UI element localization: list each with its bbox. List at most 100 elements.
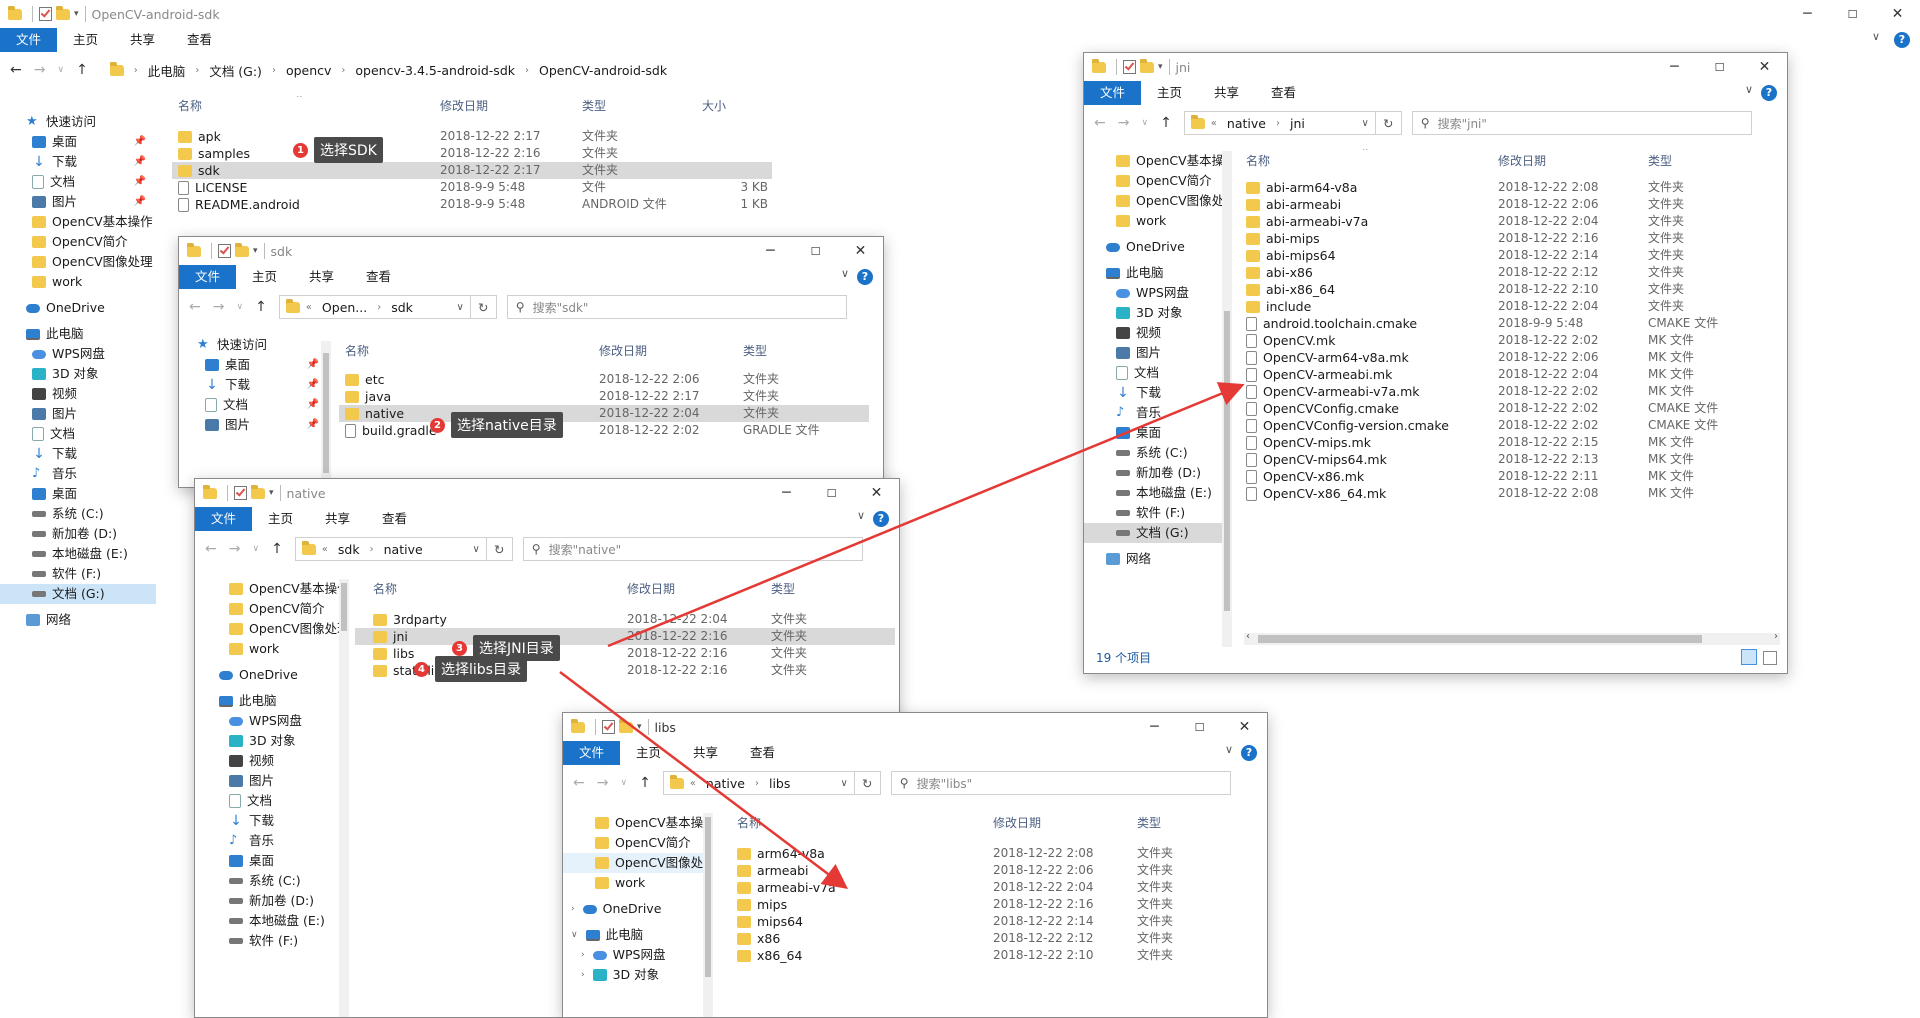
maximize-button[interactable]: ☐ xyxy=(809,479,854,507)
new-folder-icon[interactable] xyxy=(619,718,633,733)
nav-item-wps[interactable]: › WPS网盘 xyxy=(563,945,707,965)
chevron-down-icon[interactable]: ∨ xyxy=(840,778,847,789)
help-icon[interactable]: ? xyxy=(857,269,873,285)
nav-item-music[interactable]: ♪ 音乐 xyxy=(0,464,156,484)
minimize-button[interactable]: ─ xyxy=(764,479,809,507)
table-row[interactable]: abi-mips 2018-12-22 2:16 文件夹 xyxy=(1236,230,1776,247)
address-bar[interactable]: « sdk › native ∨ xyxy=(294,537,487,561)
tab-share[interactable]: 共享 xyxy=(309,507,366,531)
chevron-right-icon[interactable]: › xyxy=(581,945,585,965)
nav-item-downloads[interactable]: ↓ 下载 xyxy=(0,444,156,464)
properties-icon[interactable] xyxy=(218,244,231,258)
chevron-down-icon[interactable]: ∨ xyxy=(857,509,865,522)
search-input[interactable]: ⚲ 搜索"jni" xyxy=(1411,111,1752,135)
breadcrumb[interactable]: native xyxy=(1227,116,1266,131)
up-icon[interactable]: ↑ xyxy=(76,62,88,78)
nav-item-downloads[interactable]: ↓ 下载 xyxy=(1084,383,1222,403)
column-header-name[interactable]: 名称 xyxy=(1246,151,1270,171)
scrollbar-thumb[interactable] xyxy=(1258,635,1702,643)
chevron-right-icon[interactable]: › xyxy=(581,965,585,985)
tab-file[interactable]: 文件 xyxy=(1084,81,1142,105)
minimize-button[interactable]: ─ xyxy=(1132,713,1177,741)
table-row[interactable]: OpenCV-armeabi-v7a.mk 2018-12-22 2:02 MK 文… xyxy=(1236,383,1776,400)
refresh-button[interactable]: ↻ xyxy=(486,537,513,561)
breadcrumb[interactable]: opencv-3.4.5-android-sdk xyxy=(355,63,515,78)
recent-chevron-icon[interactable]: ∨ xyxy=(236,302,243,312)
properties-icon[interactable] xyxy=(39,7,52,21)
nav-item-drive-c[interactable]: 系统 (C:) xyxy=(0,504,156,524)
scrollbar-thumb[interactable] xyxy=(1224,311,1230,611)
tab-home[interactable]: 主页 xyxy=(1141,81,1198,105)
address-bar[interactable]: « native › jni ∨ xyxy=(1183,111,1376,135)
minimize-button[interactable]: ─ xyxy=(748,237,793,265)
nav-item-documents[interactable]: 文档 📌 xyxy=(0,172,156,192)
nav-item-downloads[interactable]: ↓ 下载 📌 xyxy=(0,152,156,172)
table-row[interactable]: build.gradle 2018-12-22 2:02 GRADLE 文件 xyxy=(339,422,869,439)
nav-item-folder[interactable]: work xyxy=(563,873,707,893)
nav-item-drive-g[interactable]: 文档 (G:) xyxy=(1084,523,1222,543)
tab-file[interactable]: 文件 xyxy=(563,741,621,765)
nav-item-this-pc[interactable]: 此电脑 xyxy=(1084,263,1222,283)
new-folder-icon[interactable] xyxy=(1140,58,1154,73)
chevron-down-icon[interactable]: ∨ xyxy=(1225,743,1233,756)
breadcrumb[interactable]: sdk xyxy=(391,300,413,315)
nav-item-videos[interactable]: 视频 xyxy=(0,384,156,404)
tab-home[interactable]: 主页 xyxy=(620,741,677,765)
maximize-button[interactable]: ☐ xyxy=(1830,0,1875,28)
address-bar[interactable]: › 此电脑 › 文档 (G:) › opencv › opencv-3.4.5-and… xyxy=(104,58,1154,82)
nav-item-onedrive[interactable]: OneDrive xyxy=(0,298,156,318)
forward-icon[interactable]: → xyxy=(597,775,609,791)
column-header-date[interactable]: 修改日期 xyxy=(1498,151,1546,171)
chevron-down-icon[interactable]: ▾ xyxy=(637,722,642,732)
chevron-down-icon[interactable]: ∨ xyxy=(456,302,463,313)
help-icon[interactable]: ? xyxy=(1894,32,1910,48)
back-icon[interactable]: ← xyxy=(1094,115,1106,131)
tab-share[interactable]: 共享 xyxy=(677,741,734,765)
nav-item-drive-e[interactable]: 本地磁盘 (E:) xyxy=(195,911,345,931)
column-header-name[interactable]: 名称 xyxy=(737,813,761,833)
nav-item-drive-c[interactable]: 系统 (C:) xyxy=(1084,443,1222,463)
nav-item-pictures[interactable]: 图片 📌 xyxy=(179,415,329,435)
table-row[interactable]: arm64-v8a 2018-12-22 2:08 文件夹 xyxy=(719,845,1259,862)
nav-item-network[interactable]: 网络 xyxy=(0,610,156,630)
column-header-type[interactable]: 类型 xyxy=(582,96,606,116)
nav-item-documents[interactable]: 文档 📌 xyxy=(179,395,329,415)
table-row[interactable]: mips64 2018-12-22 2:14 文件夹 xyxy=(719,913,1259,930)
nav-item-desktop[interactable]: 桌面 📌 xyxy=(0,132,156,152)
nav-item-desktop[interactable]: 桌面 xyxy=(195,851,345,871)
nav-item-folder[interactable]: OpenCV简介 xyxy=(1084,171,1222,191)
refresh-button[interactable]: ↻ xyxy=(854,771,881,795)
nav-item-documents[interactable]: 文档 xyxy=(1084,363,1222,383)
nav-item-folder[interactable]: work xyxy=(1084,211,1222,231)
address-bar[interactable]: « native › libs ∨ xyxy=(662,771,855,795)
table-row[interactable]: OpenCV-arm64-v8a.mk 2018-12-22 2:06 MK 文件 xyxy=(1236,349,1776,366)
nav-item-quick-access[interactable]: ★ 快速访问 xyxy=(0,112,156,132)
nav-item-wps[interactable]: WPS网盘 xyxy=(195,711,345,731)
nav-item-drive-f[interactable]: 软件 (F:) xyxy=(195,931,345,951)
table-row[interactable]: abi-armeabi 2018-12-22 2:06 文件夹 xyxy=(1236,196,1776,213)
address-bar[interactable]: « Open... › sdk ∨ xyxy=(278,295,471,319)
nav-item-drive-f[interactable]: 软件 (F:) xyxy=(1084,503,1222,523)
nav-item-documents[interactable]: 文档 xyxy=(195,791,345,811)
nav-item-3d[interactable]: 3D 对象 xyxy=(0,364,156,384)
nav-item-folder[interactable]: work xyxy=(0,272,156,292)
nav-item-drive-c[interactable]: 系统 (C:) xyxy=(195,871,345,891)
refresh-button[interactable]: ↻ xyxy=(1375,111,1402,135)
search-input[interactable]: ⚲ 搜索"libs" xyxy=(890,771,1231,795)
nav-item-wps[interactable]: WPS网盘 xyxy=(0,344,156,364)
tab-view[interactable]: 查看 xyxy=(734,741,791,765)
nav-item-drive-d[interactable]: 新加卷 (D:) xyxy=(1084,463,1222,483)
tab-file[interactable]: 文件 xyxy=(179,265,237,289)
table-row-selected[interactable]: native 2018-12-22 2:04 文件夹 xyxy=(339,405,869,422)
chevron-right-icon[interactable]: › xyxy=(571,899,575,919)
scrollbar-thumb[interactable] xyxy=(341,583,347,631)
close-button[interactable]: ✕ xyxy=(854,479,899,507)
nav-item-drive-e[interactable]: 本地磁盘 (E:) xyxy=(0,544,156,564)
table-row[interactable]: armeabi 2018-12-22 2:06 文件夹 xyxy=(719,862,1259,879)
nav-item-drive-d[interactable]: 新加卷 (D:) xyxy=(195,891,345,911)
table-row[interactable]: armeabi-v7a 2018-12-22 2:04 文件夹 xyxy=(719,879,1259,896)
minimize-button[interactable]: ─ xyxy=(1652,53,1697,81)
nav-item-onedrive[interactable]: OneDrive xyxy=(195,665,345,685)
nav-item-desktop[interactable]: 桌面 xyxy=(0,484,156,504)
nav-item-drive-g[interactable]: 文档 (G:) xyxy=(0,584,156,604)
